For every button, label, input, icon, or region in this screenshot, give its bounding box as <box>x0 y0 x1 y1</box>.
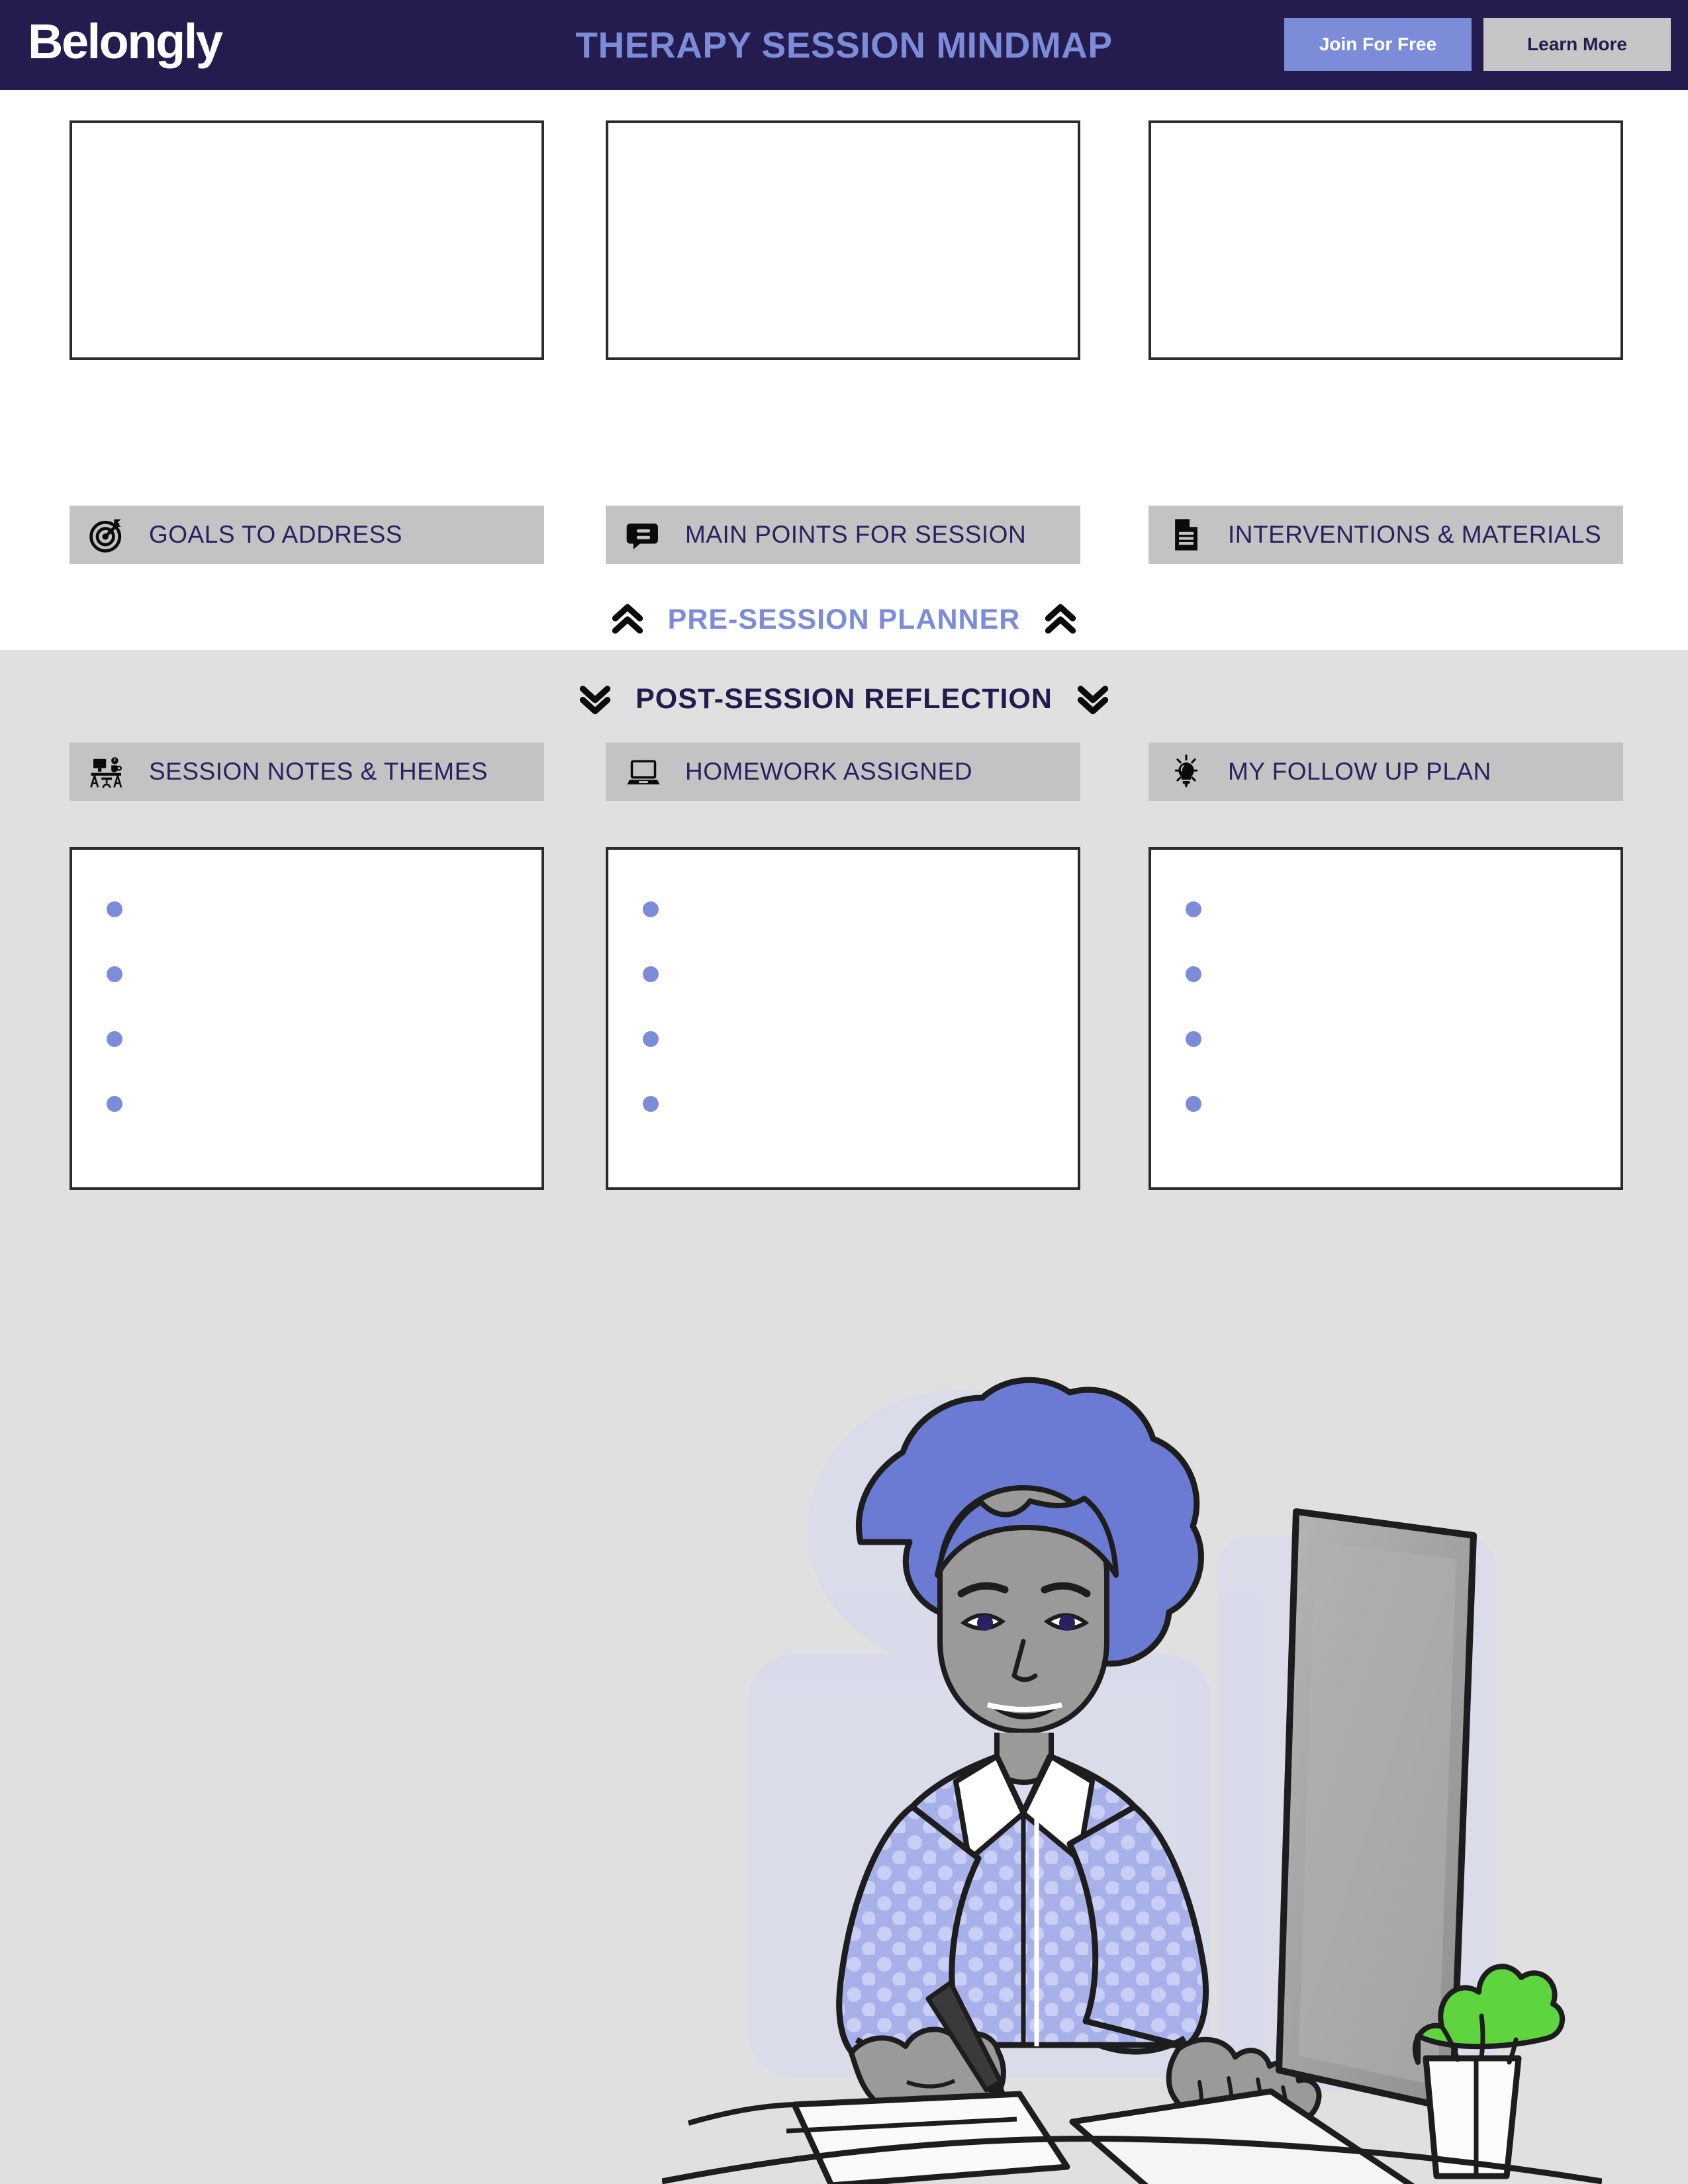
pre-session-card-1 <box>70 120 544 360</box>
post-session-divider: POST-SESSION REFLECTION <box>0 675 1688 723</box>
page-header: Belongly THERAPY SESSION MINDMAP Join Fo… <box>0 0 1688 90</box>
bullet-point <box>643 901 659 917</box>
bullet-point <box>1186 1096 1201 1112</box>
bullet-list <box>1186 850 1212 1187</box>
laptop-icon <box>623 751 664 792</box>
double-chevron-up-icon <box>610 602 645 637</box>
lightbulb-icon <box>1166 751 1207 792</box>
bullet-point <box>1186 1031 1201 1047</box>
therapist-at-desk-illustration <box>662 1377 1602 2184</box>
bullet-point <box>1186 901 1201 917</box>
notes-area-goals[interactable] <box>70 120 544 360</box>
label-bar-session-notes: SESSION NOTES & THEMES <box>70 743 544 801</box>
bullet-point <box>107 1096 122 1112</box>
double-chevron-up-icon <box>1043 602 1078 637</box>
bullet-list <box>1186 123 1212 357</box>
label-bar-interventions: INTERVENTIONS & MATERIALS <box>1149 506 1623 564</box>
bullet-point <box>643 1096 659 1112</box>
pre-session-divider: PRE-SESSION PLANNER <box>0 596 1688 643</box>
notes-area-homework[interactable] <box>606 847 1080 1190</box>
double-chevron-down-icon <box>577 681 613 717</box>
double-chevron-down-icon <box>1075 681 1111 717</box>
post-session-card-2 <box>606 847 1080 1190</box>
bullet-point <box>1186 966 1201 982</box>
notes-area-interventions[interactable] <box>1149 120 1623 360</box>
bullet-list <box>107 123 133 357</box>
post-session-card-1 <box>70 847 544 1190</box>
label-text: MY FOLLOW UP PLAN <box>1228 758 1491 785</box>
label-bar-main-points: MAIN POINTS FOR SESSION <box>606 506 1080 564</box>
bullet-point <box>643 1031 659 1047</box>
notes-area-session-notes[interactable] <box>70 847 544 1190</box>
label-bar-goals: GOALS TO ADDRESS <box>70 506 544 564</box>
label-text: MAIN POINTS FOR SESSION <box>685 521 1027 548</box>
notes-area-main-points[interactable] <box>606 120 1080 360</box>
bullet-point <box>107 1031 122 1047</box>
join-for-free-button[interactable]: Join For Free <box>1284 18 1472 71</box>
pre-session-divider-label: PRE-SESSION PLANNER <box>667 603 1021 635</box>
header-actions: Join For Free Learn More <box>1284 18 1671 71</box>
bullet-point <box>643 966 659 982</box>
bullet-point <box>107 901 122 917</box>
learn-more-button[interactable]: Learn More <box>1483 18 1671 71</box>
post-session-divider-label: POST-SESSION REFLECTION <box>635 682 1053 715</box>
label-text: GOALS TO ADDRESS <box>149 521 402 548</box>
label-text: HOMEWORK ASSIGNED <box>685 758 973 785</box>
label-bar-homework: HOMEWORK ASSIGNED <box>606 743 1080 801</box>
bullet-list <box>643 850 669 1187</box>
label-text: INTERVENTIONS & MATERIALS <box>1228 521 1602 548</box>
speech-bubble-icon <box>623 514 664 555</box>
document-icon <box>1166 514 1207 555</box>
label-bar-follow-up: MY FOLLOW UP PLAN <box>1149 743 1623 801</box>
pre-session-card-2 <box>606 120 1080 360</box>
notes-area-follow-up[interactable] <box>1149 847 1623 1190</box>
label-text: SESSION NOTES & THEMES <box>149 758 488 785</box>
post-session-card-3 <box>1149 847 1623 1190</box>
bullet-list <box>107 850 133 1187</box>
pre-session-card-3 <box>1149 120 1623 360</box>
bullet-list <box>643 123 669 357</box>
desk-workspace-icon <box>87 751 128 792</box>
target-icon <box>87 514 128 555</box>
bullet-point <box>107 966 122 982</box>
